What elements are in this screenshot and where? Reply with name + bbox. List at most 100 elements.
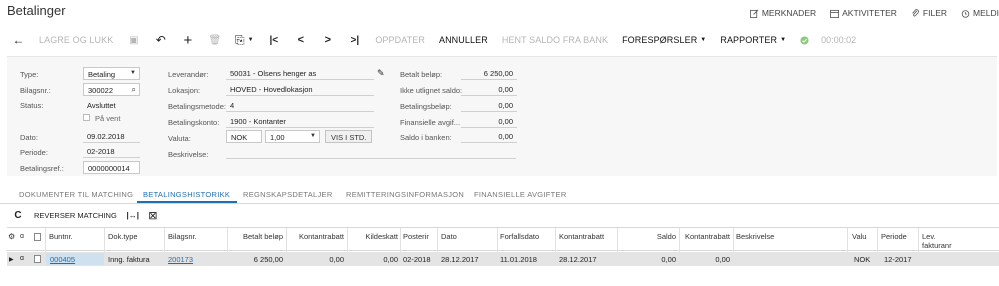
cash-account-label: Betalingskonto:: [168, 118, 220, 127]
row-selector-icon[interactable]: ▶: [9, 256, 14, 263]
paid-amount-field[interactable]: 6 250,00: [461, 67, 517, 80]
messages-link[interactable]: MELDI: [961, 8, 999, 18]
update-button[interactable]: OPPDATER: [368, 29, 432, 51]
col-doc-type[interactable]: Dok.type: [108, 232, 138, 241]
files-link[interactable]: FILER: [911, 8, 947, 18]
active-tab-indicator: [137, 201, 237, 203]
doc-no-field[interactable]: 300022 ⌕: [83, 83, 140, 96]
inquiries-label: FORESPØRSLER: [622, 35, 698, 45]
reverse-application-button[interactable]: REVERSER MATCHING: [28, 207, 123, 223]
next-record-icon[interactable]: >: [314, 29, 341, 51]
fetch-balance-button[interactable]: HENT SALDO FRA BANK: [495, 29, 615, 51]
finance-charges-label: Finansielle avgif...: [400, 118, 461, 127]
calendar-icon: [830, 9, 840, 18]
type-select[interactable]: Betaling ▼: [83, 67, 140, 80]
cancel-button[interactable]: ANNULLER: [432, 29, 495, 51]
location-field[interactable]: HOVED - Hovedlokasjon: [226, 83, 374, 96]
col-currency[interactable]: Valu: [852, 232, 866, 241]
cell-withholding-tax: 0,00: [383, 255, 398, 264]
reports-label: RAPPORTER: [720, 35, 778, 45]
activities-label: AKTIVITETER: [842, 8, 897, 18]
view-base-button[interactable]: VIS I STD.: [325, 130, 373, 143]
refresh-icon[interactable]: C: [8, 207, 28, 223]
reports-menu[interactable]: RAPPORTER ▼: [713, 29, 793, 51]
tab-accounting-details[interactable]: REGNSKAPSDETALJER: [243, 190, 333, 199]
col-paid-amount[interactable]: Betalt beløp: [229, 232, 283, 241]
first-record-icon[interactable]: |<: [260, 29, 287, 51]
col-cash-discount-balance[interactable]: Kontantrabatt: [681, 232, 730, 241]
delete-icon[interactable]: 🗑: [201, 29, 228, 51]
edit-pencil-icon[interactable]: ✎: [377, 68, 385, 79]
cell-post-period: 02-2018: [403, 255, 431, 264]
alarm-clock-icon: [961, 9, 970, 18]
col-period[interactable]: Periode: [881, 232, 907, 241]
col-vendor-invoice[interactable]: Lev. fakturanr: [922, 232, 952, 250]
clipboard-dropdown[interactable]: ⎘ ▼: [228, 29, 260, 51]
export-excel-icon[interactable]: ⊠: [143, 207, 163, 223]
doc-no-value: 300022: [88, 86, 114, 95]
inquiries-menu[interactable]: FORESPØRSLER ▼: [615, 29, 713, 51]
cash-account-field[interactable]: 1900 - Kontanter: [226, 115, 374, 128]
rate-select[interactable]: 1,00 ▼: [265, 130, 320, 143]
activities-link[interactable]: AKTIVITETER: [830, 8, 897, 18]
search-icon[interactable]: ⌕: [132, 85, 136, 95]
cell-paid-amount: 6 250,00: [253, 255, 283, 264]
on-hold-label: På vent: [95, 114, 121, 123]
note-icon: [34, 233, 41, 241]
payment-ref-field[interactable]: 0000000014: [83, 161, 140, 174]
row-note-icon[interactable]: [34, 255, 41, 263]
add-icon[interactable]: +: [174, 29, 201, 51]
col-batch-number[interactable]: Buntnr.: [49, 232, 73, 241]
col-withholding-tax[interactable]: Kildeskatt: [349, 232, 398, 241]
col-date[interactable]: Dato: [441, 232, 457, 241]
cell-cash-discount-balance: 0,00: [715, 255, 730, 264]
paperclip-icon: [912, 8, 919, 16]
check-circle-icon: [793, 29, 815, 51]
previous-record-icon[interactable]: <: [287, 29, 314, 51]
cell-period: 12-2017: [884, 255, 912, 264]
col-balance[interactable]: Saldo: [619, 232, 676, 241]
vendor-field[interactable]: 50031 - Olsens henger as: [226, 67, 374, 80]
period-field[interactable]: 02-2018: [83, 145, 140, 158]
tab-finance-charges[interactable]: FINANSIELLE AVGIFTER: [474, 190, 567, 199]
payment-method-field[interactable]: 4: [226, 99, 374, 112]
cell-batch-number[interactable]: 000405: [50, 255, 75, 264]
save-icon[interactable]: ▣: [120, 29, 147, 51]
tab-payment-history[interactable]: BETALINGSHISTORIKK: [143, 190, 230, 199]
save-close-button[interactable]: LAGRE OG LUKK: [32, 29, 120, 51]
col-cash-discount[interactable]: Kontantrabatt: [288, 232, 344, 241]
bank-balance-value: 0,00: [461, 130, 517, 143]
payment-amount-label: Betalingsbeløp:: [400, 102, 452, 111]
col-due-date[interactable]: Forfallsdato: [500, 232, 539, 241]
back-icon[interactable]: ←: [5, 29, 32, 51]
fit-columns-icon[interactable]: |↔|: [123, 207, 143, 223]
chevron-down-icon: ▼: [780, 37, 787, 43]
tab-bar: DOKUMENTER TIL MATCHING BETALINGSHISTORI…: [0, 186, 999, 204]
col-description[interactable]: Beskrivelse: [736, 232, 774, 241]
cell-date: 28.12.2017: [441, 255, 479, 264]
table-row[interactable]: ▶ ɑ 000405 Inng. faktura 200173 6 250,00…: [7, 252, 999, 266]
date-field[interactable]: 09.02.2018: [83, 130, 140, 143]
unapplied-balance-value: 0,00: [461, 83, 517, 96]
col-cash-discount-date[interactable]: Kontantrabatt: [559, 232, 604, 241]
row-attachment-icon: ɑ: [20, 255, 24, 262]
col-post-period[interactable]: Posterir: [403, 232, 429, 241]
settings-icon[interactable]: ⚙: [8, 232, 15, 241]
cell-doc-type: Inng. faktura: [108, 255, 150, 264]
undo-icon[interactable]: ↶: [147, 29, 174, 51]
grid-header: ⚙ ɑ Buntnr. Dok.type Bilagsnr. Betalt be…: [7, 227, 999, 252]
cell-balance: 0,00: [661, 255, 676, 264]
last-record-icon[interactable]: >|: [341, 29, 368, 51]
tab-documents-to-apply[interactable]: DOKUMENTER TIL MATCHING: [19, 190, 133, 199]
type-value: Betaling: [88, 70, 116, 79]
cell-ref-number[interactable]: 200173: [168, 255, 193, 264]
description-field[interactable]: [226, 146, 516, 159]
notes-link[interactable]: MERKNADER: [749, 8, 816, 18]
currency-label: Valuta:: [168, 134, 191, 143]
chevron-down-icon: ▼: [310, 133, 316, 139]
on-hold-checkbox[interactable]: [83, 114, 90, 121]
type-label: Type:: [20, 70, 39, 79]
tab-remittance-info[interactable]: REMITTERINGSINFORMASJON: [346, 190, 464, 199]
col-ref-number[interactable]: Bilagsnr.: [168, 232, 197, 241]
currency-field[interactable]: NOK: [226, 130, 262, 143]
